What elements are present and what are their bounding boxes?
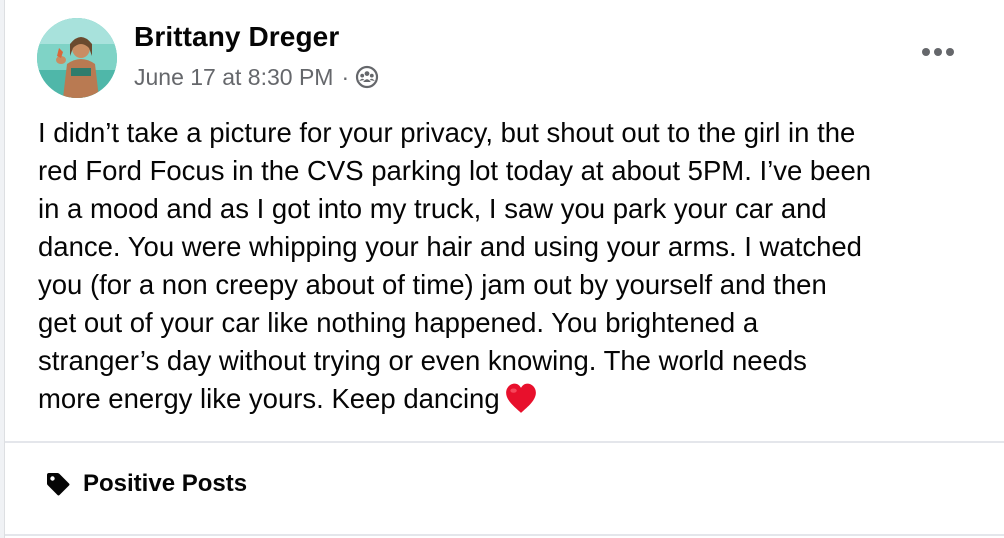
post-header: Brittany Dreger June 17 at 8:30 PM · xyxy=(5,0,1004,100)
tag-icon xyxy=(47,473,70,496)
post-text-line: get out of your car like nothing happene… xyxy=(38,307,759,338)
post-text-line: in a mood and as I got into my truck, I … xyxy=(38,193,827,224)
avatar[interactable] xyxy=(37,18,117,98)
divider xyxy=(5,441,1004,443)
post-meta: June 17 at 8:30 PM · xyxy=(134,62,379,92)
divider xyxy=(5,534,1004,536)
post-text-line: more energy like yours. Keep dancing xyxy=(38,383,500,414)
more-options-button[interactable] xyxy=(918,40,958,64)
tag-link-positive-posts[interactable]: Positive Posts xyxy=(45,470,247,498)
post-text-last-line: more energy like yours. Keep dancing xyxy=(38,380,988,418)
tag-label: Positive Posts xyxy=(83,470,248,497)
author-name[interactable]: Brittany Dreger xyxy=(134,21,339,53)
more-horizontal-icon xyxy=(922,48,954,56)
heart-emoji xyxy=(505,383,536,413)
post-text-line: you (for a non creepy about of time) jam… xyxy=(38,269,827,300)
meta-separator: · xyxy=(341,63,350,90)
avatar-photo xyxy=(37,18,117,98)
post-text-line: I didn’t take a picture for your privacy… xyxy=(38,117,856,148)
post-text-line: red Ford Focus in the CVS parking lot to… xyxy=(38,155,872,186)
post-card: Brittany Dreger June 17 at 8:30 PM · I d… xyxy=(4,0,1004,538)
post-text-line: stranger’s day without trying or even kn… xyxy=(38,345,807,376)
friends-icon[interactable] xyxy=(355,65,379,89)
post-body: I didn’t take a picture for your privacy… xyxy=(38,114,988,418)
post-text-line: dance. You were whipping your hair and u… xyxy=(38,231,862,262)
post-timestamp[interactable]: June 17 at 8:30 PM xyxy=(134,64,333,91)
